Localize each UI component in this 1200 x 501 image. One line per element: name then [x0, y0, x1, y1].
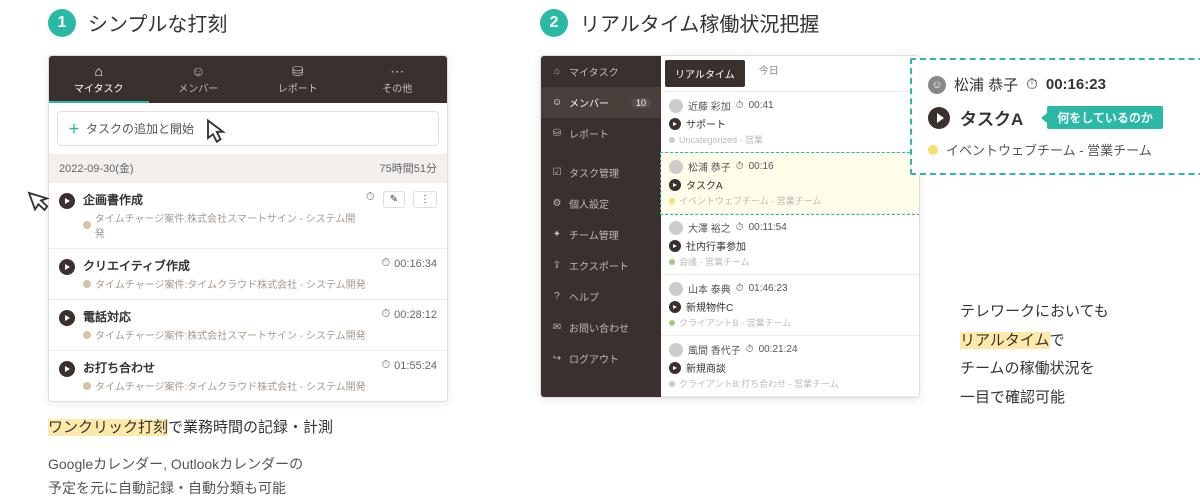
app-header: ⌂マイタスク ☺メンバー ⛁レポート ⋯その他: [49, 56, 447, 103]
task-title: 企画書作成: [83, 191, 358, 208]
plus-icon: ＋: [68, 120, 80, 137]
callout-user: 松浦 恭子: [954, 74, 1018, 95]
play-icon[interactable]: [59, 193, 75, 209]
task-row[interactable]: 企画書作成 タイムチャージ案件:株式会社スマートサイン - システム開発 ⏱ ✎…: [49, 182, 447, 248]
add-task-button[interactable]: ＋ タスクの追加と開始: [57, 111, 439, 146]
task-row[interactable]: お打ち合わせ タイムチャージ案件:タイムクラウド株式会社 - システム開発 ⏱ …: [49, 350, 447, 401]
member-row-highlighted[interactable]: 松浦 恭子 ⏱ 00:16 タスクA イベントウェブチーム - 営業チーム: [661, 153, 919, 214]
home-icon: ⌂: [49, 64, 149, 78]
sidebar-item-settings[interactable]: ⚙個人設定: [541, 188, 661, 219]
category-dot: [83, 221, 91, 229]
date-row: 2022-09-30(金) 75時間51分: [49, 154, 447, 182]
cursor-icon: [198, 118, 228, 148]
badge-1: 1: [48, 9, 76, 37]
tab-today[interactable]: 今日: [749, 56, 789, 91]
user-icon: ☺: [149, 64, 249, 78]
report-icon: ⛁: [248, 64, 348, 78]
section1-desc2: Googleカレンダー, Outlookカレンダーの 予定を元に自動記録・自動分…: [48, 453, 468, 501]
member-row[interactable]: 大澤 裕之 ⏱ 00:11:54 社内行事参加 会議 - 営業チーム: [661, 214, 919, 275]
clock-icon: ⏱: [1026, 76, 1038, 93]
date-label: 2022-09-30(金): [59, 160, 134, 176]
task-row[interactable]: クリエイティブ作成 タイムチャージ案件:タイムクラウド株式会社 - システム開発…: [49, 248, 447, 299]
realtime-main: リアルタイム 今日 近藤 彩加 ⏱ 00:41 サポート Uncategoriz…: [661, 56, 919, 397]
callout: ☺ 松浦 恭子 ⏱ 00:16:23 誰が・どのくらい タスクA 何をしているの…: [910, 58, 1200, 175]
section1-title: シンプルな打刻: [88, 8, 227, 37]
sidebar-item-team[interactable]: ✦チーム管理: [541, 219, 661, 250]
sidebar-item-logout[interactable]: ↪ログアウト: [541, 343, 661, 374]
play-icon[interactable]: [59, 259, 75, 275]
sidebar-item-mytask[interactable]: ⌂マイタスク: [541, 56, 661, 87]
date-total: 75時間51分: [380, 160, 437, 176]
avatar-icon: ☺: [928, 76, 946, 94]
section1-heading: 1 シンプルな打刻: [48, 8, 468, 37]
sidebar-item-export[interactable]: ⇪エクスポート: [541, 250, 661, 281]
tab-more[interactable]: ⋯その他: [348, 56, 448, 103]
callout-tag-what: 何をしているのか: [1047, 106, 1163, 129]
member-row[interactable]: 近藤 彩加 ⏱ 00:41 サポート Uncategorized - 営業: [661, 92, 919, 153]
member-row[interactable]: 山本 泰典 ⏱ 01:46:23 新規物件C クライアントB - 営業チーム: [661, 275, 919, 336]
task-time: ⏱: [366, 191, 375, 204]
tab-report[interactable]: ⛁レポート: [248, 56, 348, 103]
tab-realtime[interactable]: リアルタイム: [665, 60, 745, 87]
sidebar-item-taskmgr[interactable]: ☑タスク管理: [541, 157, 661, 188]
callout-cat: イベントウェブチーム - 営業チーム: [946, 140, 1152, 159]
tab-mytask[interactable]: ⌂マイタスク: [49, 56, 149, 103]
section1-desc: ワンクリック打刻で業務時間の記録・計測: [48, 414, 468, 441]
section2-desc: テレワークにおいても リアルタイムで チームの稼働状況を 一目で確認可能: [960, 298, 1109, 412]
section2-heading: 2 リアルタイム稼働状況把握: [540, 8, 1160, 37]
category-dot: [928, 145, 938, 155]
sidebar-item-member[interactable]: ☺メンバー10: [541, 87, 661, 118]
section2-title: リアルタイム稼働状況把握: [580, 8, 819, 37]
member-row[interactable]: 風間 香代子 ⏱ 00:21:24 新規商談 クライアントB:打ち合わせ - 営…: [661, 336, 919, 397]
app-frame-2: ⌂マイタスク ☺メンバー10 ⛁レポート ☑タスク管理 ⚙個人設定 ✦チーム管理…: [540, 55, 920, 398]
edit-button[interactable]: ✎: [383, 191, 405, 208]
sidebar-item-help[interactable]: ?ヘルプ: [541, 281, 661, 312]
play-icon: [669, 118, 681, 130]
play-icon: [928, 107, 950, 129]
add-task-label: タスクの追加と開始: [86, 120, 194, 137]
sidebar-item-contact[interactable]: ✉お問い合わせ: [541, 312, 661, 343]
play-icon[interactable]: [59, 310, 75, 326]
task-row[interactable]: 電話対応 タイムチャージ案件:株式会社スマートサイン - システム開発 ⏱ 00…: [49, 299, 447, 350]
tab-member[interactable]: ☺メンバー: [149, 56, 249, 103]
menu-button[interactable]: ⋮: [413, 191, 437, 208]
badge-2: 2: [540, 9, 568, 37]
sidebar: ⌂マイタスク ☺メンバー10 ⛁レポート ☑タスク管理 ⚙個人設定 ✦チーム管理…: [541, 56, 661, 397]
callout-task: タスクA: [960, 105, 1023, 130]
sidebar-item-report[interactable]: ⛁レポート: [541, 118, 661, 149]
app-frame-1: ⌂マイタスク ☺メンバー ⛁レポート ⋯その他 ＋ タスクの追加と開始 2022…: [48, 55, 448, 402]
more-icon: ⋯: [348, 64, 448, 78]
callout-time: 00:16:23: [1046, 76, 1106, 93]
play-icon[interactable]: [59, 361, 75, 377]
avatar: [669, 99, 683, 113]
